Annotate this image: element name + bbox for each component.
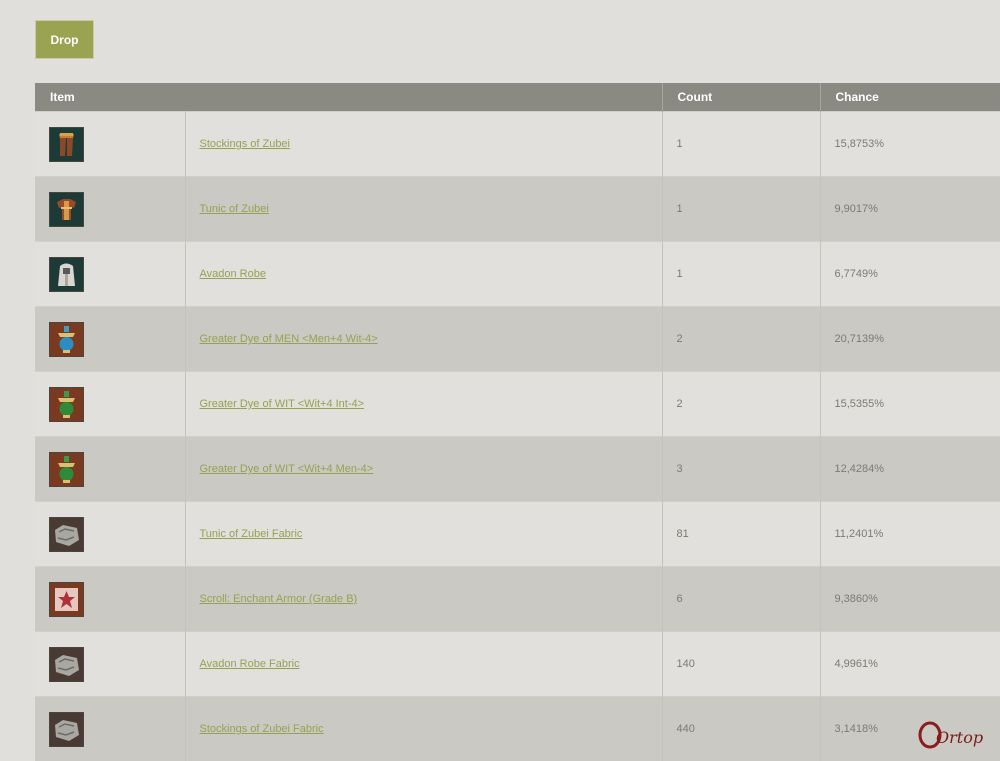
item-icon-cell: [35, 372, 185, 437]
item-link[interactable]: Avadon Robe: [200, 268, 266, 280]
item-count: 140: [662, 632, 820, 697]
item-icon-cell: [35, 632, 185, 697]
item-link[interactable]: Tunic of Zubei Fabric: [200, 528, 303, 540]
item-name-cell: Stockings of Zubei Fabric: [185, 697, 662, 761]
table-header-row: Item Count Chance: [35, 83, 1000, 112]
robe-icon[interactable]: [49, 257, 84, 292]
scroll-icon[interactable]: [49, 582, 84, 617]
item-name-cell: Avadon Robe Fabric: [185, 632, 662, 697]
item-link[interactable]: Greater Dye of WIT <Wit+4 Men-4>: [200, 463, 374, 475]
item-icon-cell: [35, 242, 185, 307]
header-item: Item: [35, 83, 185, 112]
table-row: Greater Dye of MEN <Men+4 Wit-4> 220,7139…: [35, 307, 1000, 372]
table-row: Greater Dye of WIT <Wit+4 Int-4> 215,5355…: [35, 372, 1000, 437]
item-icon-cell: [35, 567, 185, 632]
item-icon-cell: [35, 112, 185, 177]
header-count: Count: [662, 83, 820, 112]
fabric-icon[interactable]: [49, 517, 84, 552]
table-row: Scroll: Enchant Armor (Grade B) 69,3860%: [35, 567, 1000, 632]
item-name-cell: Greater Dye of WIT <Wit+4 Int-4>: [185, 372, 662, 437]
svg-text:Ortop: Ortop: [936, 728, 983, 747]
item-count: 2: [662, 372, 820, 437]
table-row: Tunic of Zubei Fabric 8111,2401%: [35, 502, 1000, 567]
item-count: 1: [662, 112, 820, 177]
drop-table: Item Count Chance Stockings of Zubei115,…: [35, 83, 1000, 761]
item-chance: 12,4284%: [820, 437, 1000, 502]
item-icon-cell: [35, 502, 185, 567]
item-icon-cell: [35, 177, 185, 242]
item-chance: 9,9017%: [820, 177, 1000, 242]
table-row: Avadon Robe Fabric 1404,9961%: [35, 632, 1000, 697]
item-count: 1: [662, 242, 820, 307]
item-icon-cell: [35, 697, 185, 761]
item-count: 3: [662, 437, 820, 502]
table-row: Tunic of Zubei 19,9017%: [35, 177, 1000, 242]
item-chance: 6,7749%: [820, 242, 1000, 307]
item-chance: 20,7139%: [820, 307, 1000, 372]
header-item-name: [185, 83, 662, 112]
item-name-cell: Avadon Robe: [185, 242, 662, 307]
item-count: 2: [662, 307, 820, 372]
item-chance: 15,8753%: [820, 112, 1000, 177]
item-chance: 15,5355%: [820, 372, 1000, 437]
item-name-cell: Tunic of Zubei: [185, 177, 662, 242]
pants-icon[interactable]: [49, 127, 84, 162]
tunic-icon[interactable]: [49, 192, 84, 227]
item-name-cell: Greater Dye of WIT <Wit+4 Men-4>: [185, 437, 662, 502]
item-count: 1: [662, 177, 820, 242]
dye-green-icon[interactable]: [49, 387, 84, 422]
item-icon-cell: [35, 437, 185, 502]
item-chance: 9,3860%: [820, 567, 1000, 632]
item-link[interactable]: Stockings of Zubei Fabric: [200, 723, 324, 735]
table-row: Stockings of Zubei 115,8753%: [35, 112, 1000, 177]
item-count: 440: [662, 697, 820, 761]
item-count: 6: [662, 567, 820, 632]
item-name-cell: Greater Dye of MEN <Men+4 Wit-4>: [185, 307, 662, 372]
table-row: Stockings of Zubei Fabric4403,1418%: [35, 697, 1000, 761]
item-link[interactable]: Avadon Robe Fabric: [200, 658, 300, 670]
item-link[interactable]: Greater Dye of MEN <Men+4 Wit-4>: [200, 333, 378, 345]
dye-green-icon[interactable]: [49, 452, 84, 487]
ortop-watermark-logo: Ortop: [916, 717, 986, 753]
table-row: Avadon Robe 16,7749%: [35, 242, 1000, 307]
item-link[interactable]: Tunic of Zubei: [200, 203, 269, 215]
item-name-cell: Tunic of Zubei Fabric: [185, 502, 662, 567]
fabric-icon[interactable]: [49, 647, 84, 682]
dye-blue-icon[interactable]: [49, 322, 84, 357]
item-chance: 4,9961%: [820, 632, 1000, 697]
item-chance: 11,2401%: [820, 502, 1000, 567]
item-count: 81: [662, 502, 820, 567]
item-link[interactable]: Greater Dye of WIT <Wit+4 Int-4>: [200, 398, 365, 410]
fabric-icon[interactable]: [49, 712, 84, 747]
item-link[interactable]: Scroll: Enchant Armor (Grade B): [200, 593, 358, 605]
item-name-cell: Stockings of Zubei: [185, 112, 662, 177]
header-chance: Chance: [820, 83, 1000, 112]
item-icon-cell: [35, 307, 185, 372]
drop-tab[interactable]: Drop: [35, 20, 94, 59]
item-link[interactable]: Stockings of Zubei: [200, 138, 291, 150]
item-name-cell: Scroll: Enchant Armor (Grade B): [185, 567, 662, 632]
table-row: Greater Dye of WIT <Wit+4 Men-4> 312,4284…: [35, 437, 1000, 502]
